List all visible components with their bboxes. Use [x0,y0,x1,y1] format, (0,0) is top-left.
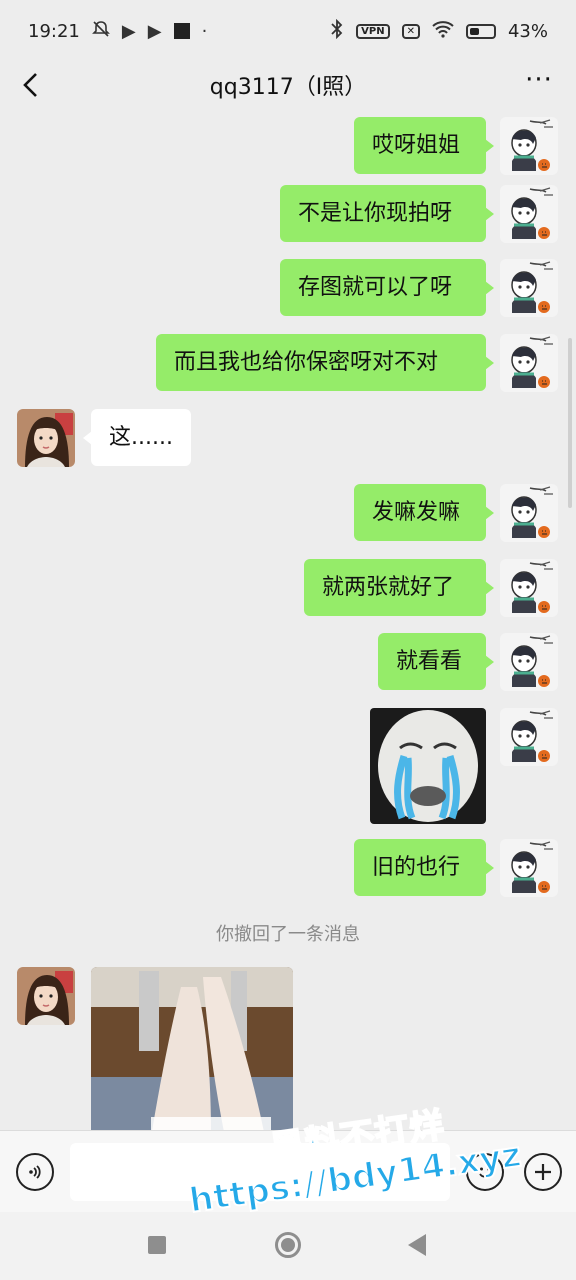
chat-message-list[interactable]: 哎呀姐姐不是让你现拍呀 存图就可以了呀而且我也给你保密呀对不对这...... 发嘛发… [0,108,576,1130]
status-bar: 19:21 ▶ ▶ · VPN ✕ 43% [0,0,576,62]
my-avatar[interactable] [500,559,558,617]
my-message-bubble[interactable]: 旧的也行 [354,839,494,896]
emoji-button[interactable] [466,1153,504,1191]
my-avatar[interactable] [500,839,558,897]
battery-percent: 43% [507,20,548,42]
my-message-bubble[interactable]: 就两张就好了 [304,559,494,616]
contact-avatar[interactable] [17,967,75,1025]
status-right: VPN ✕ 43% [330,18,548,44]
chevron-left-icon [23,73,37,97]
my-avatar[interactable] [500,117,558,175]
mute-bell-icon [91,20,110,43]
photo-message[interactable] [91,967,293,1130]
chat-header: qq3117（I照） ··· [0,62,576,108]
status-left: 19:21 ▶ ▶ · [28,20,207,43]
scrollbar[interactable] [568,338,572,508]
system-navigation-bar [0,1212,576,1280]
system-notice: 你撤回了一条消息 [216,924,360,945]
message-input[interactable] [70,1143,450,1201]
back-button[interactable] [14,68,48,102]
bluetooth-icon [330,18,344,44]
battery-icon [465,23,496,39]
status-time: 19:21 [28,20,80,42]
my-message-bubble[interactable]: 而且我也给你保密呀对不对 [156,334,494,391]
my-avatar[interactable] [500,633,558,691]
sticker-message[interactable] [370,708,486,824]
smiley-icon [479,1167,491,1178]
vpn-icon: VPN [356,23,390,39]
more-functions-button[interactable] [524,1153,562,1191]
contact-message-bubble[interactable]: 这...... [83,409,191,466]
play-icon-2: ▶ [147,20,162,42]
home-button[interactable] [275,1232,301,1258]
recent-apps-button[interactable] [148,1236,166,1254]
contact-avatar[interactable] [17,409,75,467]
voice-input-button[interactable] [16,1153,54,1191]
more-options-button[interactable]: ··· [522,67,556,102]
my-message-bubble[interactable]: 哎呀姐姐 [354,117,494,174]
plus-icon [535,1164,551,1180]
input-bar [0,1130,576,1212]
no-signal-icon: ✕ [401,23,420,39]
wifi-icon [432,20,454,43]
app-notification-icon [173,23,190,39]
chat-title: qq3117（I照） [209,75,367,100]
my-message-bubble[interactable]: 不是让你现拍呀 [280,185,494,242]
battery-fill [469,27,479,35]
dot-icon: · [201,20,208,42]
play-icon-1: ▶ [121,20,136,42]
my-message-bubble[interactable]: 发嘛发嘛 [354,484,494,541]
my-message-bubble[interactable]: 就看看 [378,633,494,690]
my-avatar[interactable] [500,334,558,392]
my-avatar[interactable] [500,259,558,317]
voice-icon [29,1165,41,1179]
my-avatar[interactable] [500,185,558,243]
my-avatar[interactable] [500,484,558,542]
my-message-bubble[interactable]: 存图就可以了呀 [280,259,494,316]
my-avatar[interactable] [500,708,558,766]
system-back-button[interactable] [408,1234,426,1256]
